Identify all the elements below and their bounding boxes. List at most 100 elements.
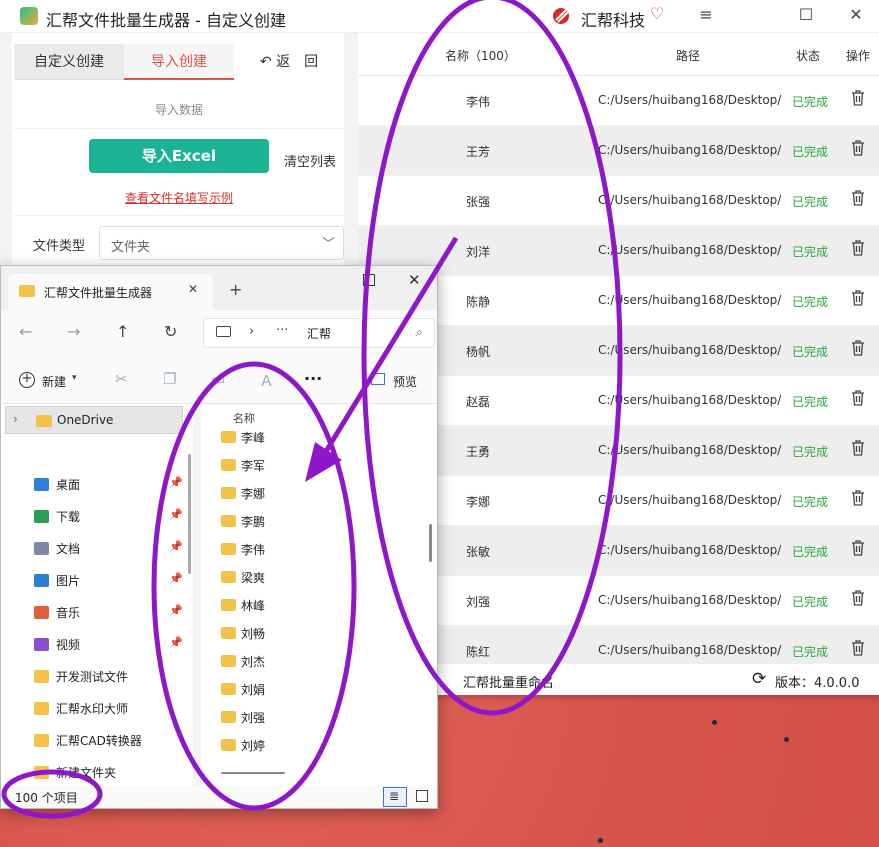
explorer-status-bar: 100 个项目 ≣	[1, 786, 437, 808]
video-icon	[34, 638, 49, 651]
trash-icon[interactable]	[851, 490, 865, 506]
pin-icon[interactable]: 📌	[169, 604, 183, 617]
list-item[interactable]: 李峰	[221, 426, 381, 450]
trash-icon[interactable]	[851, 640, 865, 656]
pin-icon[interactable]: 📌	[169, 636, 183, 649]
nav-item-quick-access[interactable]: 新建文件夹	[34, 762, 184, 786]
tab-import-create[interactable]: 导入创建	[124, 44, 234, 80]
nav-item-quick-access[interactable]: 图片 📌	[34, 570, 184, 594]
tiles-view-icon[interactable]	[416, 790, 428, 802]
table-row[interactable]: 李伟 C:/Users/huibang168/Desktop/已完成	[358, 76, 879, 126]
download-icon	[34, 510, 49, 523]
list-item[interactable]: 刘娟	[221, 678, 381, 702]
column-header-name[interactable]: 名称	[233, 410, 255, 426]
list-item[interactable]: 刘杰	[221, 650, 381, 674]
new-button[interactable]: 新建	[42, 373, 66, 390]
close-icon[interactable]: ✕	[408, 271, 421, 289]
pin-icon[interactable]: 📌	[169, 508, 183, 521]
close-tab-icon[interactable]: ✕	[188, 282, 198, 296]
column-header-action: 操作	[846, 49, 871, 63]
computer-icon	[216, 326, 231, 337]
maximize-button[interactable]: ☐	[794, 5, 818, 27]
address-bar[interactable]: › ··· 汇帮 ⌕	[203, 318, 435, 348]
row-name: 赵磊	[465, 395, 490, 409]
file-list-scrollbar[interactable]	[429, 524, 432, 562]
trash-icon[interactable]	[851, 240, 865, 256]
list-item[interactable]: 刘婷	[221, 734, 381, 758]
row-name: 陈红	[465, 645, 490, 659]
list-item[interactable]: 李鹏	[221, 510, 381, 534]
nav-item-quick-access[interactable]: 开发测试文件	[34, 666, 184, 690]
heart-icon[interactable]: ♡	[650, 4, 664, 23]
list-item[interactable]: 刘强	[221, 706, 381, 730]
filename-example-link[interactable]: 查看文件名填写示例	[14, 189, 344, 206]
file-type-select[interactable]: 文件夹 ﹀	[99, 226, 344, 260]
more-options-icon[interactable]: ···	[304, 369, 322, 388]
row-path: C:/Users/huibang168/Desktop/	[598, 643, 782, 657]
table-row[interactable]: 张强 C:/Users/huibang168/Desktop/已完成	[358, 176, 879, 226]
nav-item-label: 汇帮CAD转换器	[56, 734, 142, 748]
music-icon	[34, 606, 49, 619]
up-arrow-icon[interactable]: ↑	[116, 322, 129, 341]
list-item[interactable]: 李娜	[221, 482, 381, 506]
nav-item-quick-access[interactable]: 桌面 📌	[34, 474, 184, 498]
explorer-tab[interactable]: 汇帮文件批量生成器 ✕	[8, 274, 213, 310]
maximize-icon[interactable]	[363, 274, 375, 286]
trash-icon[interactable]	[851, 390, 865, 406]
details-view-button[interactable]: ≣	[383, 787, 407, 807]
nav-scrollbar[interactable]	[188, 454, 191, 574]
column-header-name[interactable]: 名称（100）	[445, 47, 516, 64]
row-name: 刘洋	[465, 245, 490, 259]
back-button[interactable]: ↶ 返 回	[249, 44, 329, 80]
pin-icon[interactable]: 📌	[169, 572, 183, 585]
pin-icon[interactable]: 📌	[169, 540, 183, 553]
refresh-icon[interactable]: ↻	[164, 322, 177, 341]
nav-item-quick-access[interactable]: 下载 📌	[34, 506, 184, 530]
rename-icon[interactable]: Ａ	[259, 370, 274, 391]
nav-item-label: 图片	[56, 574, 81, 588]
horizontal-scrollbar[interactable]	[221, 772, 285, 774]
cut-icon[interactable]: ✂	[115, 370, 128, 388]
nav-item-quick-access[interactable]: 音乐 📌	[34, 602, 184, 626]
search-icon[interactable]: ⌕	[416, 325, 423, 340]
trash-icon[interactable]	[851, 590, 865, 606]
folder-icon	[34, 702, 49, 715]
trash-icon[interactable]	[851, 190, 865, 206]
folder-icon	[34, 766, 49, 779]
more-path-icon[interactable]: ···	[276, 323, 288, 338]
list-item[interactable]: 李伟	[221, 538, 381, 562]
trash-icon[interactable]	[851, 540, 865, 556]
preview-button[interactable]: 预览	[393, 373, 417, 390]
paste-icon[interactable]: ▭	[211, 370, 225, 388]
pin-icon[interactable]: 📌	[169, 476, 183, 489]
folder-icon	[221, 571, 236, 583]
row-path: C:/Users/huibang168/Desktop/	[598, 443, 782, 457]
menu-button[interactable]: ≡	[694, 5, 718, 27]
tab-custom-create[interactable]: 自定义创建	[14, 44, 124, 80]
clear-list-button[interactable]: 清空列表	[284, 151, 336, 170]
list-item[interactable]: 梁爽	[221, 566, 381, 590]
back-arrow-icon[interactable]: ←	[19, 322, 32, 341]
list-item[interactable]: 林峰	[221, 594, 381, 618]
trash-icon[interactable]	[851, 140, 865, 156]
table-row[interactable]: 王芳 C:/Users/huibang168/Desktop/已完成	[358, 126, 879, 176]
trash-icon[interactable]	[851, 290, 865, 306]
nav-item-onedrive[interactable]: › OneDrive	[5, 406, 183, 434]
trash-icon[interactable]	[851, 440, 865, 456]
trash-icon[interactable]	[851, 90, 865, 106]
trash-icon[interactable]	[851, 340, 865, 356]
chevron-right-icon[interactable]: ›	[13, 412, 18, 426]
list-item[interactable]: 刘畅	[221, 622, 381, 646]
nav-item-quick-access[interactable]: 视频 📌	[34, 634, 184, 658]
nav-item-quick-access[interactable]: 汇帮CAD转换器	[34, 730, 184, 754]
nav-item-quick-access[interactable]: 文档 📌	[34, 538, 184, 562]
close-button[interactable]: ✕	[844, 5, 868, 27]
import-excel-button[interactable]: 导入Excel	[89, 139, 269, 173]
new-tab-icon[interactable]: +	[229, 280, 242, 299]
refresh-icon[interactable]: ⟳	[752, 669, 766, 689]
copy-icon[interactable]: ❐	[163, 370, 176, 388]
nav-item-quick-access[interactable]: 汇帮水印大师	[34, 698, 184, 722]
list-item[interactable]: 李军	[221, 454, 381, 478]
forward-arrow-icon[interactable]: →	[67, 322, 80, 341]
desktop-speck	[784, 737, 789, 742]
